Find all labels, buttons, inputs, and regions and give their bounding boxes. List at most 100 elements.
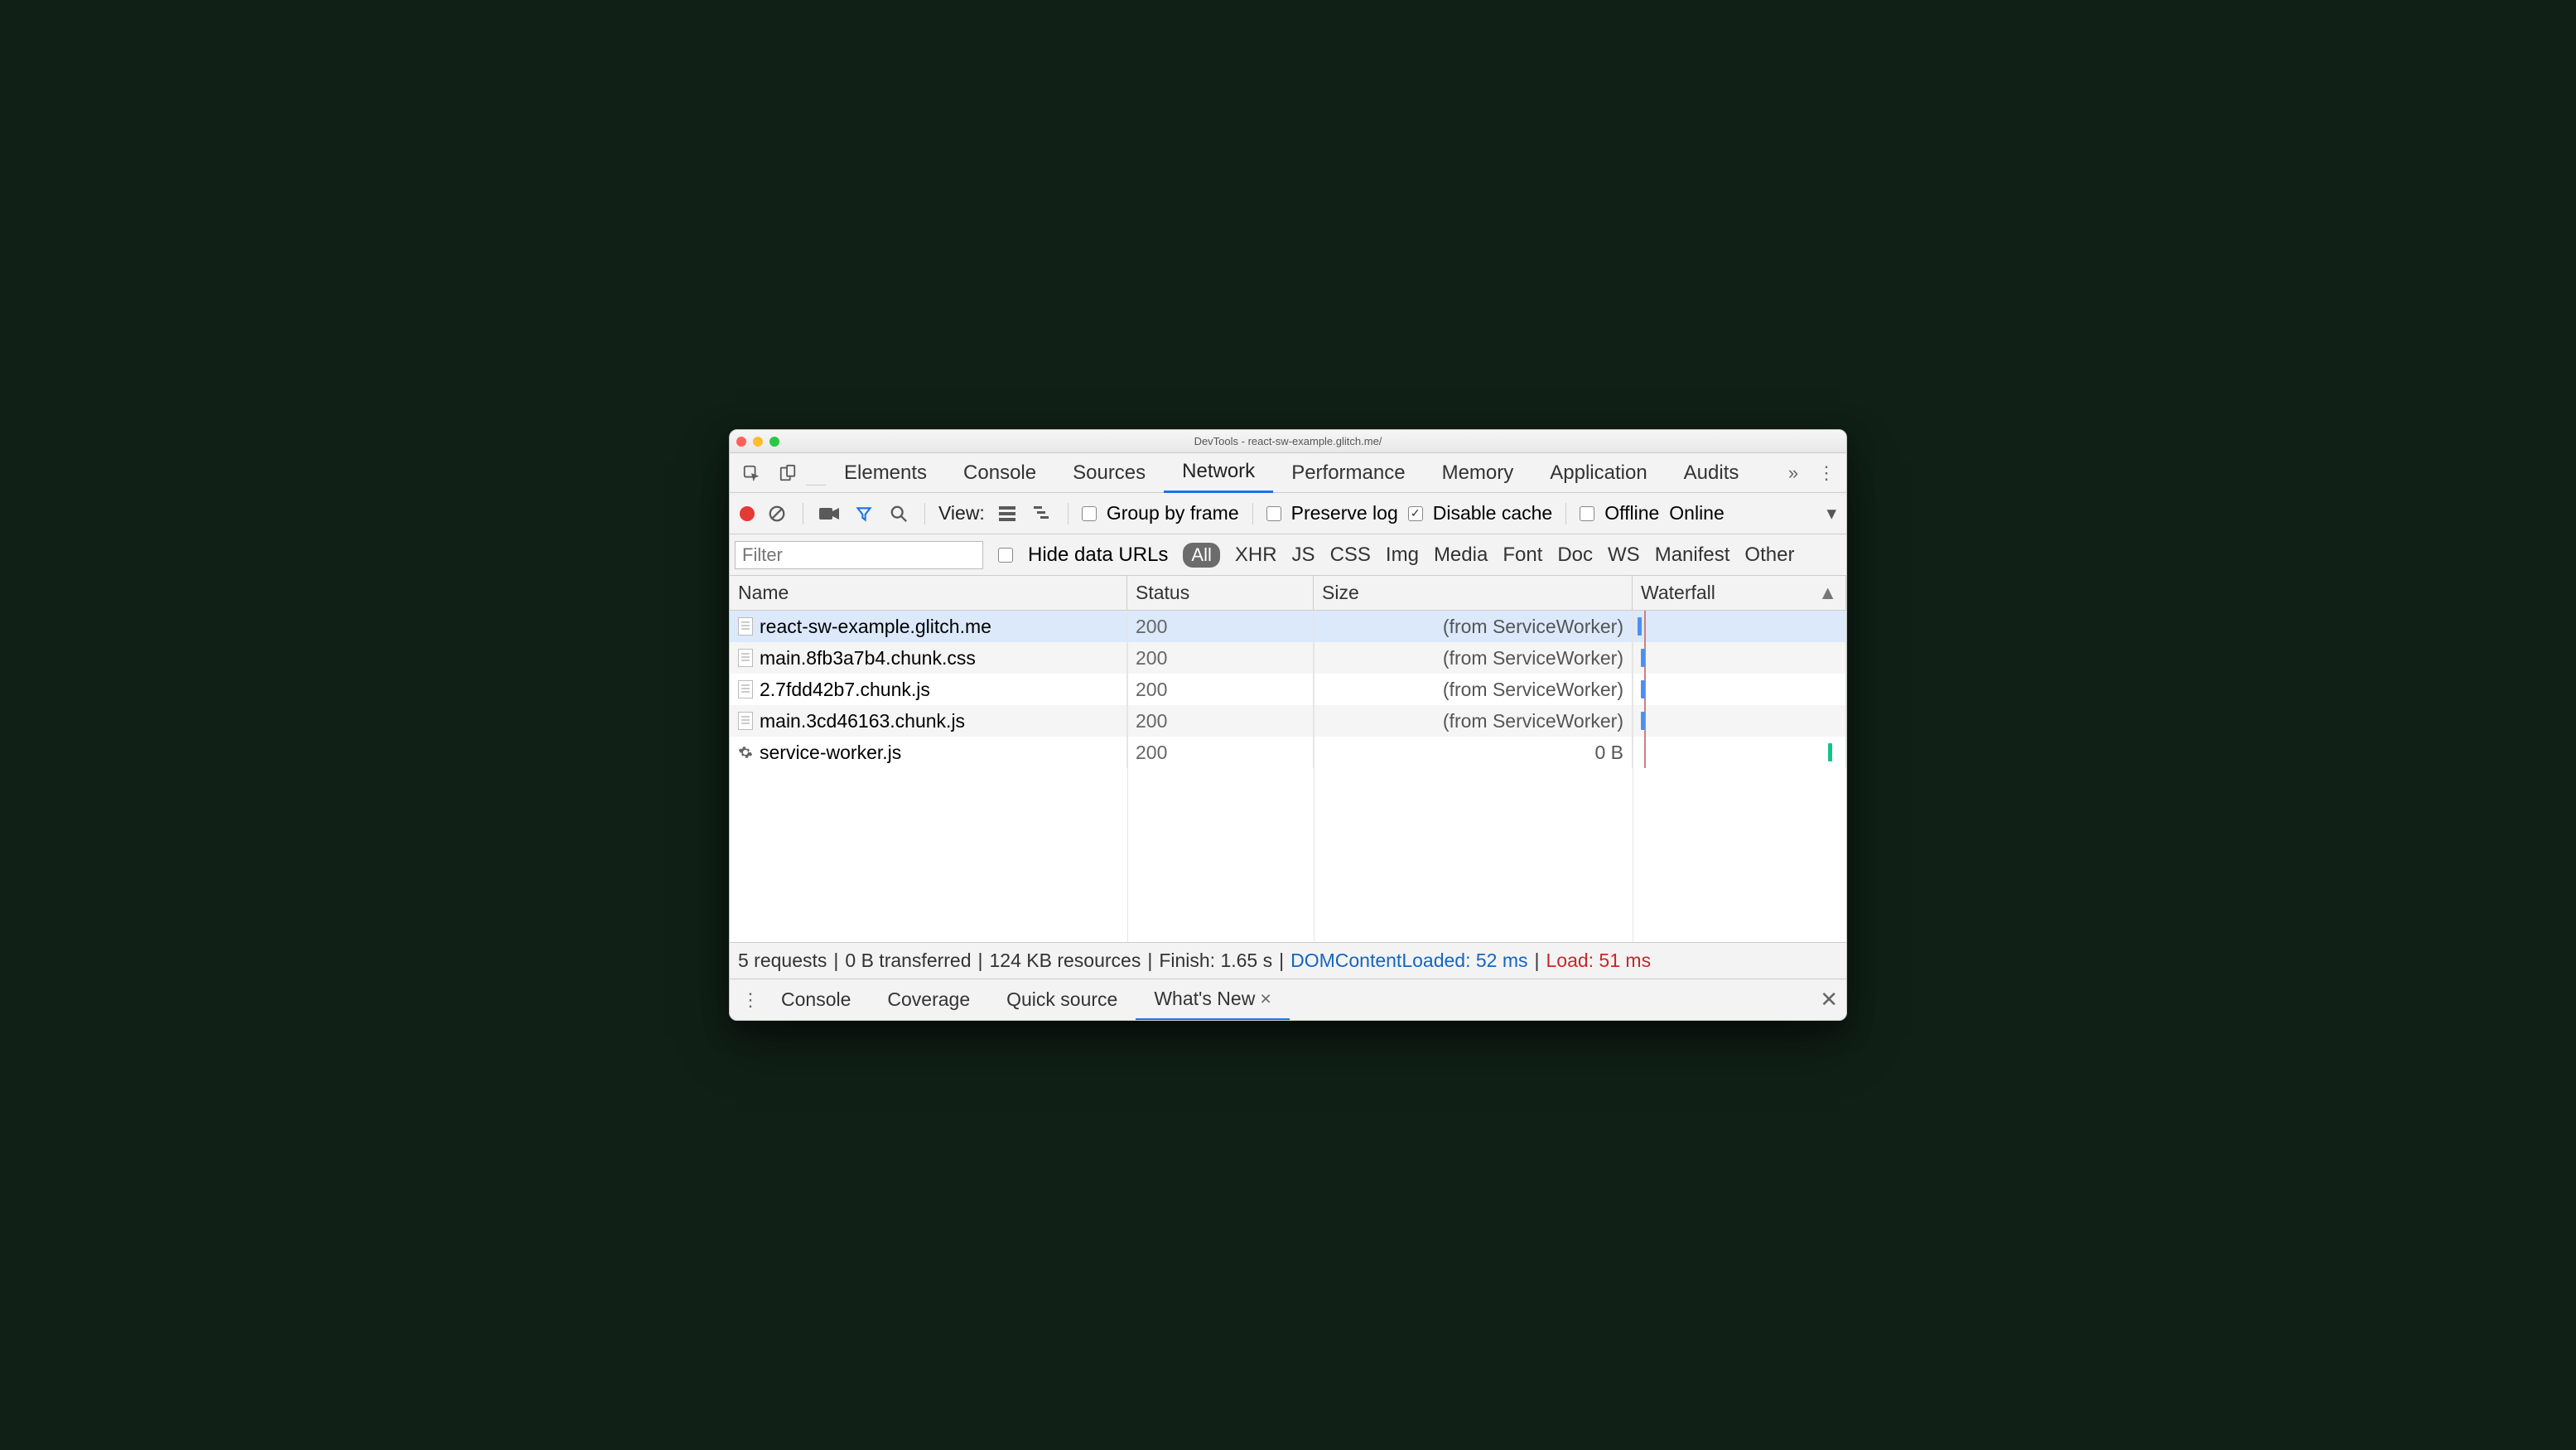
table-row[interactable]: 2.7fdd42b7.chunk.js 200(from ServiceWorke… [730, 674, 1846, 705]
request-status: 200 [1127, 737, 1314, 768]
file-icon [738, 712, 753, 730]
hide-data-urls-checkbox[interactable] [998, 548, 1013, 563]
column-status[interactable]: Status [1127, 576, 1314, 610]
inspect-element-icon[interactable] [733, 464, 769, 482]
table-row[interactable]: main.3cd46163.chunk.js 200(from ServiceWo… [730, 705, 1846, 737]
request-table: react-sw-example.glitch.me200(from Servi… [730, 611, 1846, 942]
large-rows-icon[interactable] [995, 506, 1020, 521]
network-toolbar: View: Group by frame Preserve log Disabl… [730, 493, 1846, 534]
file-icon [738, 617, 753, 636]
tab-console[interactable]: Console [945, 453, 1054, 493]
drawer-tab-what-s-new[interactable]: What's New × [1136, 979, 1289, 1021]
clear-button[interactable] [765, 505, 789, 523]
filter-type-media[interactable]: Media [1434, 544, 1488, 567]
settings-kebab-icon[interactable]: ⋮ [1810, 462, 1843, 484]
request-size: (from ServiceWorker) [1314, 642, 1633, 674]
file-icon [738, 649, 753, 667]
request-name: main.8fb3a7b4.chunk.css [760, 647, 976, 669]
filter-type-img[interactable]: Img [1386, 544, 1419, 567]
request-size: (from ServiceWorker) [1314, 674, 1633, 705]
tab-application[interactable]: Application [1532, 453, 1665, 493]
drawer-tab-coverage[interactable]: Coverage [869, 979, 988, 1021]
titlebar: DevTools - react-sw-example.glitch.me/ [730, 430, 1846, 453]
tab-network[interactable]: Network [1164, 453, 1273, 493]
main-tab-bar: ElementsConsoleSourcesNetworkPerformance… [730, 453, 1846, 493]
request-waterfall [1633, 737, 1846, 768]
filter-type-js[interactable]: JS [1292, 544, 1315, 567]
request-waterfall [1633, 705, 1846, 737]
drawer-tab-quick-source[interactable]: Quick source [988, 979, 1136, 1021]
overflow-tabs-button[interactable]: » [1777, 462, 1810, 484]
filter-type-css[interactable]: CSS [1330, 544, 1371, 567]
group-by-frame-checkbox[interactable] [1082, 506, 1097, 521]
drawer-kebab-icon[interactable]: ⋮ [738, 989, 763, 1011]
throttling-select[interactable]: Online [1669, 502, 1724, 524]
filter-type-doc[interactable]: Doc [1557, 544, 1593, 567]
table-row[interactable]: main.8fb3a7b4.chunk.css 200(from ServiceW… [730, 642, 1846, 674]
disable-cache-checkbox[interactable] [1408, 506, 1423, 521]
request-size: 0 B [1314, 737, 1633, 768]
status-resources: 124 KB resources [990, 950, 1141, 972]
request-waterfall [1633, 611, 1846, 642]
close-icon[interactable]: × [1260, 988, 1271, 1010]
filter-bar: Hide data URLs All XHR JS CSS Img Media Font Do… [730, 534, 1846, 576]
request-status: 200 [1127, 705, 1314, 737]
tab-memory[interactable]: Memory [1424, 453, 1532, 493]
filter-type-xhr[interactable]: XHR [1235, 544, 1277, 567]
preserve-log-checkbox[interactable] [1266, 506, 1281, 521]
disable-cache-label: Disable cache [1433, 502, 1552, 524]
drawer-close-button[interactable]: ✕ [1820, 987, 1838, 1013]
request-waterfall [1633, 642, 1846, 674]
request-name: service-worker.js [760, 742, 901, 764]
table-header: Name Status Size Waterfall ▲ [730, 576, 1846, 611]
status-transferred: 0 B transferred [845, 950, 971, 972]
throttling-dropdown-icon[interactable]: ▾ [1826, 502, 1836, 524]
offline-label: Offline [1604, 502, 1659, 524]
request-size: (from ServiceWorker) [1314, 705, 1633, 737]
filter-icon[interactable] [851, 505, 876, 522]
tab-performance[interactable]: Performance [1273, 453, 1423, 493]
drawer: ⋮ ConsoleCoverageQuick sourceWhat's New … [730, 979, 1846, 1020]
filter-type-font[interactable]: Font [1503, 544, 1542, 567]
sort-indicator-icon: ▲ [1818, 582, 1837, 604]
status-finish: Finish: 1.65 s [1159, 950, 1272, 972]
table-row[interactable]: service-worker.js 2000 B [730, 737, 1846, 768]
request-status: 200 [1127, 674, 1314, 705]
waterfall-view-icon[interactable] [1030, 506, 1054, 521]
preserve-log-label: Preserve log [1291, 502, 1398, 524]
hide-data-urls-label: Hide data URLs [1028, 544, 1168, 567]
filter-type-ws[interactable]: WS [1608, 544, 1640, 567]
column-waterfall-label: Waterfall [1641, 582, 1715, 604]
offline-checkbox[interactable] [1580, 506, 1594, 521]
tab-sources[interactable]: Sources [1054, 453, 1164, 493]
column-waterfall[interactable]: Waterfall ▲ [1633, 576, 1846, 610]
drawer-tab-console[interactable]: Console [763, 979, 869, 1021]
window-title: DevTools - react-sw-example.glitch.me/ [730, 435, 1846, 447]
request-size: (from ServiceWorker) [1314, 611, 1633, 642]
gear-icon [738, 745, 753, 760]
status-load: Load: 51 ms [1546, 950, 1651, 972]
request-name: main.3cd46163.chunk.js [760, 710, 965, 732]
search-icon[interactable] [886, 505, 911, 523]
status-requests: 5 requests [738, 950, 827, 972]
filter-type-all[interactable]: All [1183, 543, 1219, 568]
status-bar: 5 requests | 0 B transferred | 124 KB re… [730, 942, 1846, 979]
request-status: 200 [1127, 642, 1314, 674]
view-label: View: [938, 502, 985, 524]
camera-icon[interactable] [817, 506, 842, 521]
devtools-window: DevTools - react-sw-example.glitch.me/ E… [729, 429, 1847, 1021]
tab-audits[interactable]: Audits [1666, 453, 1758, 493]
device-toolbar-icon[interactable] [769, 464, 806, 482]
column-size[interactable]: Size [1314, 576, 1633, 610]
request-name: react-sw-example.glitch.me [760, 616, 991, 638]
column-name[interactable]: Name [730, 576, 1127, 610]
table-row[interactable]: react-sw-example.glitch.me 200(from Servi… [730, 611, 1846, 642]
request-status: 200 [1127, 611, 1314, 642]
filter-input[interactable] [735, 541, 983, 569]
filter-type-manifest[interactable]: Manifest [1655, 544, 1730, 567]
record-button[interactable] [740, 506, 755, 521]
request-name: 2.7fdd42b7.chunk.js [760, 679, 930, 701]
filter-type-other[interactable]: Other [1744, 544, 1794, 567]
tab-elements[interactable]: Elements [826, 453, 945, 493]
request-waterfall [1633, 674, 1846, 705]
